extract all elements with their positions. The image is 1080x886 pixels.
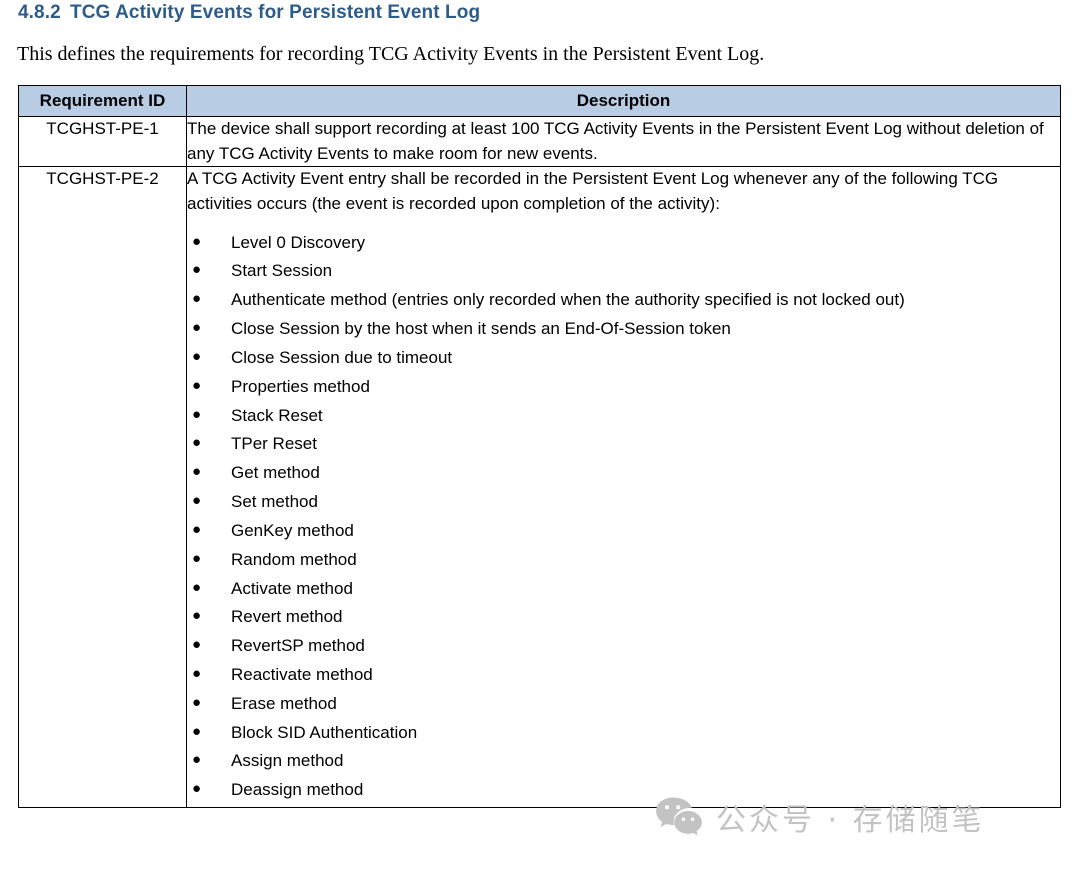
list-item: ● Block SID Authentication <box>187 721 1060 746</box>
list-item-label: Revert method <box>231 607 343 627</box>
list-item-label: Activate method <box>231 578 353 598</box>
list-item: ● Reactivate method <box>187 663 1060 688</box>
cell-requirement-id: TCGHST-PE-1 <box>18 115 187 168</box>
list-item-label: Start Session <box>231 261 333 281</box>
list-item-label: Reactivate method <box>231 664 373 684</box>
list-item: ● TPer Reset <box>187 432 1060 457</box>
list-item: ● Get method <box>187 461 1060 486</box>
bullet-icon: ● <box>192 347 202 365</box>
bullet-icon: ● <box>192 780 202 798</box>
bullet-icon: ● <box>192 232 202 250</box>
list-item-label: RevertSP method <box>231 636 365 656</box>
list-item-label: Deassign method <box>231 780 364 800</box>
list-item-label: Level 0 Discovery <box>231 232 366 252</box>
list-item: ● GenKey method <box>187 519 1060 544</box>
list-item: ● Erase method <box>187 692 1060 717</box>
list-item-label: GenKey method <box>231 520 354 540</box>
list-item-label: Authenticate method (entries only record… <box>231 290 905 310</box>
list-item: ● Authenticate method (entries only recor… <box>187 288 1060 313</box>
bullet-icon: ● <box>192 664 202 682</box>
bullet-icon: ● <box>192 290 202 308</box>
list-item: ● Random method <box>187 548 1060 573</box>
list-item: ● Close Session due to timeout <box>187 346 1060 371</box>
list-item: ● Revert method <box>187 605 1060 630</box>
cell-description: The device shall support recording at le… <box>186 115 1061 168</box>
list-item: ● Level 0 Discovery <box>187 231 1060 256</box>
bullet-icon: ● <box>192 492 202 510</box>
list-item: ● Start Session <box>187 259 1060 284</box>
bullet-icon: ● <box>192 463 202 481</box>
list-item: ● Activate method <box>187 577 1060 602</box>
list-item-label: TPer Reset <box>231 434 317 454</box>
bullet-icon: ● <box>192 636 202 654</box>
list-item-label: Random method <box>231 549 357 569</box>
list-item-label: Block SID Authentication <box>231 722 418 742</box>
list-item-label: Stack Reset <box>231 405 323 425</box>
bullet-icon: ● <box>192 405 202 423</box>
bullet-icon: ● <box>192 751 202 769</box>
bullet-icon: ● <box>192 693 202 711</box>
intro-paragraph: This defines the requirements for record… <box>17 43 765 65</box>
list-item: ● RevertSP method <box>187 634 1060 659</box>
column-header-description: Description <box>186 85 1061 117</box>
activity-bullet-list: ● Level 0 Discovery ● Start Session ● Authe… <box>187 231 1060 803</box>
bullet-icon: ● <box>192 607 202 625</box>
list-item-label: Set method <box>231 492 318 512</box>
bullet-icon: ● <box>192 520 202 538</box>
list-item: ● Assign method <box>187 749 1060 774</box>
bullet-icon: ● <box>192 434 202 452</box>
column-header-requirement-id: Requirement ID <box>18 85 187 117</box>
cell-requirement-id: TCGHST-PE-2 <box>18 166 187 809</box>
cell-description: A TCG Activity Event entry shall be reco… <box>186 166 1061 809</box>
section-title: TCG Activity Events for Persistent Event… <box>70 2 481 23</box>
list-item: ● Stack Reset <box>187 404 1060 429</box>
description-text: A TCG Activity Event entry shall be reco… <box>187 169 999 213</box>
list-item: ● Properties method <box>187 375 1060 400</box>
bullet-icon: ● <box>192 319 202 337</box>
list-item: ● Set method <box>187 490 1060 515</box>
list-item-label: Properties method <box>231 376 370 396</box>
bullet-icon: ● <box>192 578 202 596</box>
list-item-label: Close Session due to timeout <box>231 347 453 367</box>
list-item-label: Erase method <box>231 693 337 713</box>
list-item-label: Close Session by the host when it sends … <box>231 319 731 339</box>
bullet-icon: ● <box>192 549 202 567</box>
bullet-icon: ● <box>192 376 202 394</box>
section-number: 4.8.2 <box>18 2 61 23</box>
list-item: ● Close Session by the host when it sends… <box>187 317 1060 342</box>
table-row: TCGHST-PE-1 The device shall support rec… <box>18 115 1061 168</box>
requirements-table: Requirement ID Description TCGHST-PE-1 T… <box>18 85 1061 809</box>
document-page: 4.8.2 TCG Activity Events for Persistent … <box>0 0 1080 886</box>
table-row: TCGHST-PE-2 A TCG Activity Event entry s… <box>18 166 1061 809</box>
section-heading: 4.8.2 TCG Activity Events for Persistent … <box>18 2 480 24</box>
bullet-icon: ● <box>192 261 202 279</box>
list-item-label: Assign method <box>231 751 344 771</box>
description-text: The device shall support recording at le… <box>187 119 1044 163</box>
list-item: ● Deassign method <box>187 778 1060 803</box>
bullet-icon: ● <box>192 722 202 740</box>
list-item-label: Get method <box>231 463 320 483</box>
table-header-row: Requirement ID Description <box>18 85 1061 117</box>
